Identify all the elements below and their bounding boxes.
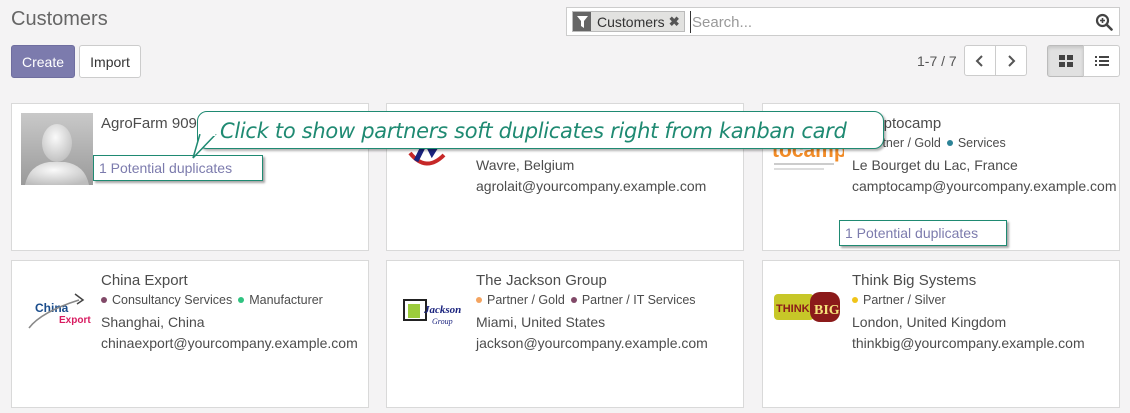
tag-label: Manufacturer — [249, 293, 323, 307]
search-bar[interactable]: Customers ✖ — [566, 7, 1120, 36]
tag-dot-icon — [852, 297, 858, 303]
card-name: AgroFarm 909 — [101, 115, 197, 132]
tag: Consultancy Services — [101, 293, 232, 307]
card-email: thinkbig@yourcompany.example.com — [852, 335, 1085, 351]
pager-previous-button[interactable] — [964, 45, 996, 76]
china-export-logo-text: Export — [59, 315, 91, 326]
tag: Partner / IT Services — [570, 293, 696, 307]
chevron-right-icon — [1008, 54, 1016, 67]
kanban-card[interactable]: THINK BIG Think Big Systems Partner / Si… — [762, 260, 1120, 408]
card-tags: Consultancy Services Manufacturer — [101, 293, 329, 307]
card-location: Le Bourget du Lac, France — [852, 157, 1018, 173]
jackson-logo-text: Jackson — [423, 304, 461, 316]
tag: Services — [946, 136, 1006, 150]
potential-duplicates-link[interactable]: 1 Potential duplicates — [839, 220, 1007, 246]
pager-value[interactable]: 1-7 / 7 — [917, 53, 957, 69]
jackson-logo-text: Group — [432, 317, 453, 326]
search-facet-label: Customers — [597, 13, 665, 30]
search-icon[interactable] — [1095, 13, 1113, 31]
card-email: chinaexport@yourcompany.example.com — [101, 335, 358, 351]
tag-dot-icon — [101, 297, 107, 303]
callout-text: Click to show partners soft duplicates r… — [220, 119, 847, 143]
tag-dot-icon — [238, 297, 245, 303]
placeholder-avatar-image — [21, 113, 93, 185]
card-location: Wavre, Belgium — [476, 157, 575, 173]
kanban-card[interactable]: China Export China Export Consultancy Se… — [11, 260, 369, 408]
kanban-view-button[interactable] — [1047, 45, 1084, 77]
tag-label: Partner / Gold — [487, 293, 565, 307]
think-big-logo: THINK BIG — [772, 270, 844, 342]
tag: Partner / Gold — [476, 293, 565, 307]
card-name: Think Big Systems — [852, 272, 977, 289]
callout-tail-icon — [192, 134, 217, 159]
kanban-card[interactable]: Jackson Group The Jackson Group Partner … — [386, 260, 744, 408]
potential-duplicates-link[interactable]: 1 Potential duplicates — [93, 155, 263, 181]
search-input[interactable] — [690, 11, 1070, 33]
search-facet: Customers ✖ — [572, 11, 685, 32]
think-big-logo-text: BIG — [814, 303, 840, 318]
jackson-logo: Jackson Group — [396, 270, 468, 342]
list-icon — [1094, 56, 1109, 66]
tag-label: Services — [957, 136, 1006, 150]
card-email: agrolait@yourcompany.example.com — [476, 178, 707, 194]
card-email: camptocamp@yourcompany.example.com — [852, 178, 1117, 194]
card-name: The Jackson Group — [476, 272, 607, 289]
callout-annotation: Click to show partners soft duplicates r… — [197, 111, 884, 149]
filter-icon — [573, 12, 591, 31]
chevron-left-icon — [975, 54, 983, 67]
tag: Manufacturer — [238, 293, 323, 307]
card-tags: Partner / Silver — [852, 293, 952, 307]
create-button[interactable]: Create — [11, 45, 75, 78]
china-export-logo: China Export — [21, 270, 93, 342]
card-location: London, United Kingdom — [852, 314, 1007, 330]
card-email: jackson@yourcompany.example.com — [476, 335, 708, 351]
list-view-button[interactable] — [1083, 45, 1120, 77]
page-title: Customers — [11, 8, 108, 30]
card-location: Miami, United States — [476, 314, 606, 330]
grid-icon — [1058, 55, 1073, 67]
import-button[interactable]: Import — [79, 45, 141, 78]
card-location: Shanghai, China — [101, 314, 205, 330]
card-name: China Export — [101, 272, 188, 289]
tag-dot-icon — [570, 297, 577, 303]
facet-remove-icon[interactable]: ✖ — [669, 14, 684, 30]
tag-dot-icon — [476, 297, 482, 303]
tag-label: Consultancy Services — [112, 293, 233, 307]
pager-next-button[interactable] — [995, 45, 1027, 76]
tag-label: Partner / IT Services — [581, 293, 696, 307]
tag-label: Partner / Silver — [863, 293, 946, 307]
tag: Partner / Silver — [852, 293, 946, 307]
card-tags: Partner / Gold Partner / IT Services — [476, 293, 702, 307]
tag-dot-icon — [946, 140, 953, 146]
china-export-logo-text: China — [35, 301, 69, 315]
think-big-logo-text: THINK — [776, 303, 810, 315]
